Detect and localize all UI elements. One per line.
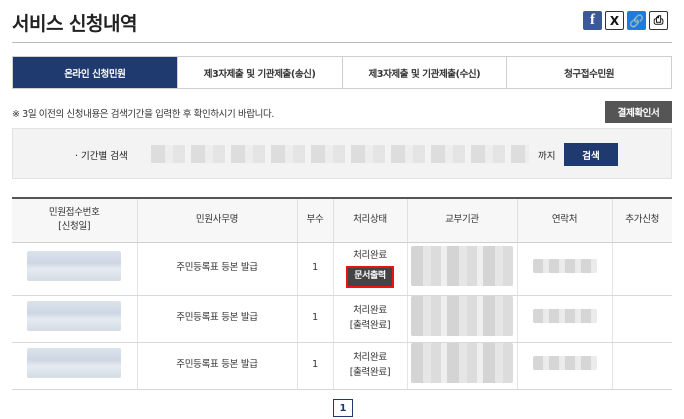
x-icon[interactable]: X [605,11,624,30]
redacted-issuing-agency [411,295,513,336]
additional-request [611,295,672,343]
print-complete-text: [출력완료] [349,366,391,378]
redacted-issuing-agency [411,342,513,383]
until-label: 까지 [538,151,556,162]
redacted-contact [532,258,597,273]
service-name: 주민등록표 등본 발급 [136,295,297,343]
tab-third-party-received[interactable]: 제3자제출 및 기관제출(수신) [341,57,507,88]
service-name: 주민등록표 등본 발급 [136,242,297,296]
print-icon[interactable]: ⎙ [649,11,668,30]
redacted-receipt-number [27,250,122,281]
redacted-receipt-number [27,300,122,331]
tab-third-party-sent[interactable]: 제3자제출 및 기관제출(송신) [176,57,342,88]
status-text: 처리완료 [353,304,387,316]
search-button[interactable]: 검색 [564,143,618,166]
title-divider [12,42,672,43]
col-issuing-agency: 교부기관 [406,198,517,243]
facebook-icon[interactable]: f [583,11,602,30]
copies: 1 [296,242,333,296]
search-panel: · 기간별 검색 까지 검색 [12,128,672,179]
print-complete-text: [출력완료] [349,319,391,331]
service-tabs: 온라인 신청민원 제3자제출 및 기관제출(송신) 제3자제출 및 기관제출(수… [12,56,672,89]
redacted-issuing-agency [411,245,513,286]
col-receipt-number: 민원접수번호 [신청일] [12,198,137,243]
status-cell: 처리완료 [출력완료] [332,342,407,390]
col-additional-request: 추가신청 [611,198,672,243]
application-table: 민원접수번호 [신청일] 민원사무명 부수 처리상태 교부기관 연락처 추가신청… [12,197,672,390]
table-row: 주민등록표 등본 발급 1 처리완료 [출력완료] [12,295,672,343]
search-period-label: · 기간별 검색 [75,151,128,162]
tab-claim-reception[interactable]: 청구접수민원 [506,57,671,88]
status-cell: 처리완료 [출력완료] [332,295,407,343]
status-text: 처리완료 [353,351,387,363]
redacted-contact [532,355,597,370]
redacted-contact [532,308,597,323]
date-range-input[interactable] [151,145,529,163]
col-service-name: 민원사무명 [136,198,297,243]
page-1-button[interactable]: 1 [333,399,353,417]
table-row: 주민등록표 등본 발급 1 처리완료 [출력완료] [12,342,672,390]
col-receipt-number-label: 민원접수번호 [신청일] [48,207,100,233]
table-row: 주민등록표 등본 발급 1 처리완료 문서출력 [12,242,672,296]
additional-request [611,342,672,390]
notice-text: ※ 3일 이전의 신청내용은 검색기간을 입력한 후 확인하시기 바랍니다. [12,109,274,120]
col-contact: 연락처 [516,198,612,243]
share-toolbar: f X 🔗 ⎙ [583,11,668,30]
tab-online-application[interactable]: 온라인 신청민원 [13,57,177,88]
col-status: 처리상태 [332,198,407,243]
copies: 1 [296,295,333,343]
status-cell: 처리완료 문서출력 [332,242,407,296]
print-document-button[interactable]: 문서출력 [346,265,394,288]
additional-request [611,242,672,296]
link-icon[interactable]: 🔗 [627,11,646,30]
table-header-row: 민원접수번호 [신청일] 민원사무명 부수 처리상태 교부기관 연락처 추가신청 [12,198,672,243]
service-name: 주민등록표 등본 발급 [136,342,297,390]
payment-confirmation-button[interactable]: 결제확인서 [605,101,672,123]
page-title: 서비스 신청내역 [12,13,137,35]
col-copies: 부수 [296,198,333,243]
copies: 1 [296,342,333,390]
redacted-receipt-number [27,347,122,378]
status-text: 처리완료 [353,250,387,262]
